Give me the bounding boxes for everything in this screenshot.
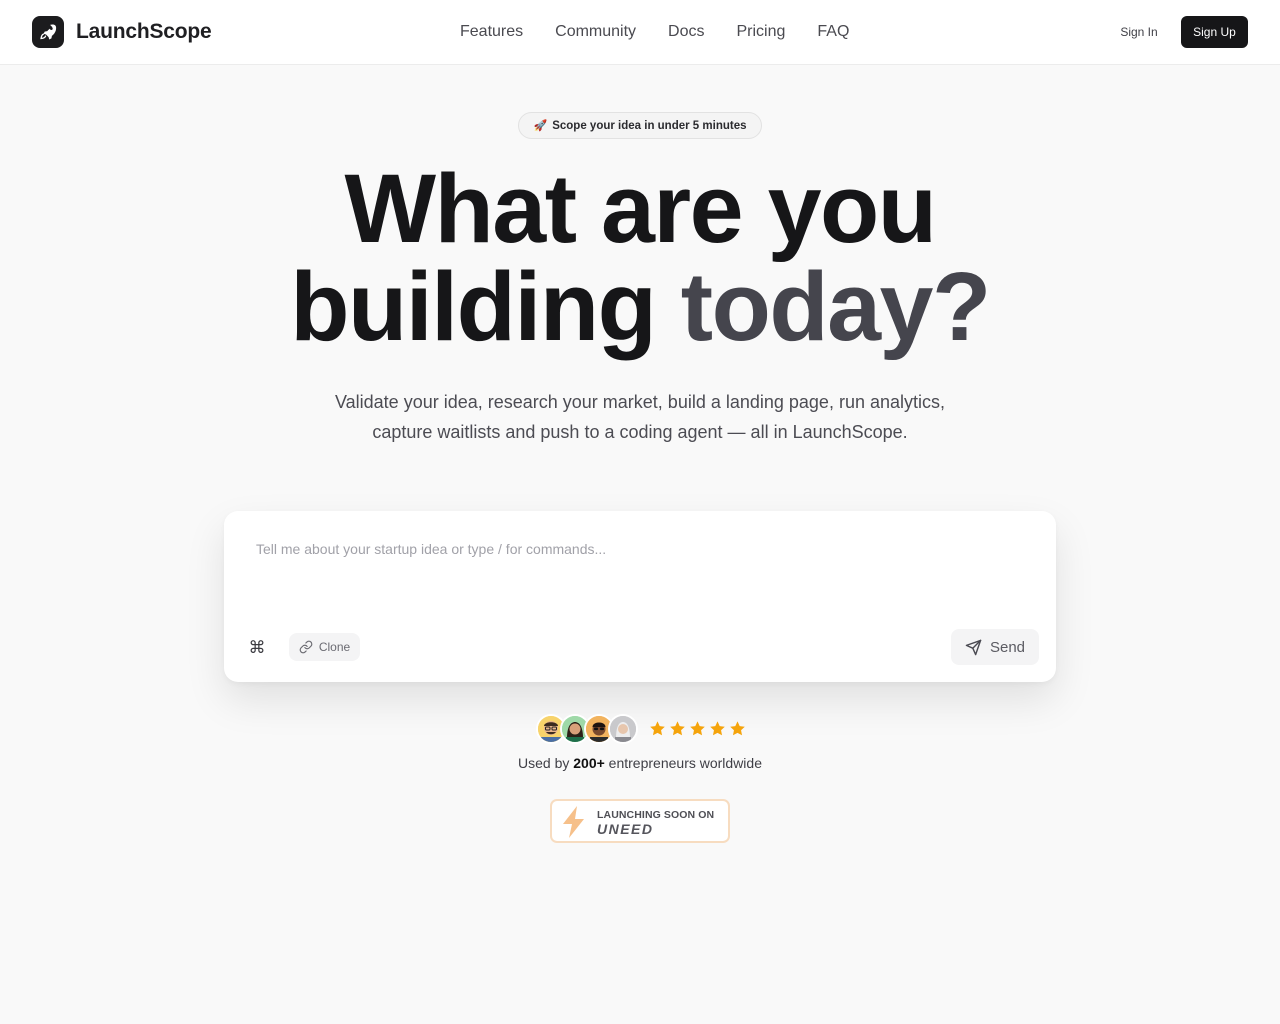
brand-name: LaunchScope bbox=[76, 20, 212, 43]
uneed-launch-badge[interactable]: LAUNCHING SOON ON UNEED bbox=[550, 799, 730, 843]
subtitle-line-2: capture waitlists and push to a coding a… bbox=[372, 422, 908, 442]
headline-line-1: What are you bbox=[344, 154, 937, 263]
idea-prompt-input[interactable] bbox=[256, 537, 1016, 561]
used-by-suffix: entrepreneurs worldwide bbox=[604, 755, 762, 771]
send-button[interactable]: Send bbox=[951, 629, 1039, 665]
nav-link-docs[interactable]: Docs bbox=[668, 21, 704, 43]
headline-line-2a: building bbox=[290, 252, 681, 361]
hero-tagline-pill: 🚀 Scope your idea in under 5 minutes bbox=[518, 112, 762, 139]
rocket-emoji-icon: 🚀 bbox=[533, 120, 548, 132]
send-button-label: Send bbox=[989, 638, 1026, 656]
star-icon bbox=[710, 721, 725, 736]
nav-link-features[interactable]: Features bbox=[460, 21, 523, 43]
star-icon bbox=[730, 721, 745, 736]
star-icon bbox=[690, 721, 705, 736]
star-icon bbox=[650, 721, 665, 736]
idea-prompt-box: ⌘ Clone Send bbox=[224, 511, 1056, 682]
rocket-icon bbox=[32, 16, 64, 48]
nav-link-faq[interactable]: FAQ bbox=[817, 21, 849, 43]
headline-line-2b: today? bbox=[680, 252, 991, 361]
send-icon bbox=[965, 639, 982, 655]
uneed-badge-caption: LAUNCHING SOON ON bbox=[597, 809, 715, 821]
main-nav: Features Community Docs Pricing FAQ bbox=[460, 21, 849, 43]
uneed-logo-text: UNEED bbox=[597, 821, 654, 837]
used-by-text: Used by 200+ entrepreneurs worldwide bbox=[0, 755, 1280, 771]
link-icon bbox=[299, 640, 313, 654]
avatar bbox=[608, 714, 638, 744]
nav-link-community[interactable]: Community bbox=[555, 21, 636, 43]
subtitle-line-1: Validate your idea, research your market… bbox=[334, 392, 945, 412]
nav-link-pricing[interactable]: Pricing bbox=[737, 21, 786, 43]
rating-stars bbox=[649, 720, 749, 737]
star-icon bbox=[670, 721, 685, 736]
lightning-bolt-icon bbox=[563, 806, 584, 838]
hero-headline: What are you building today? bbox=[0, 160, 1280, 356]
command-icon[interactable]: ⌘ bbox=[244, 635, 270, 661]
brand-link[interactable]: LaunchScope bbox=[32, 16, 212, 48]
sign-up-button[interactable]: Sign Up bbox=[1181, 16, 1248, 48]
sign-in-button[interactable]: Sign In bbox=[1110, 20, 1168, 44]
top-navbar: LaunchScope Features Community Docs Pric… bbox=[0, 0, 1280, 65]
hero-subtitle: Validate your idea, research your market… bbox=[300, 387, 980, 447]
hero-tagline-text: Scope your idea in under 5 minutes bbox=[552, 119, 747, 132]
clone-button-label: Clone bbox=[318, 640, 351, 654]
used-by-prefix: Used by bbox=[518, 755, 574, 771]
used-by-count: 200+ bbox=[573, 755, 605, 771]
clone-button[interactable]: Clone bbox=[289, 633, 360, 661]
